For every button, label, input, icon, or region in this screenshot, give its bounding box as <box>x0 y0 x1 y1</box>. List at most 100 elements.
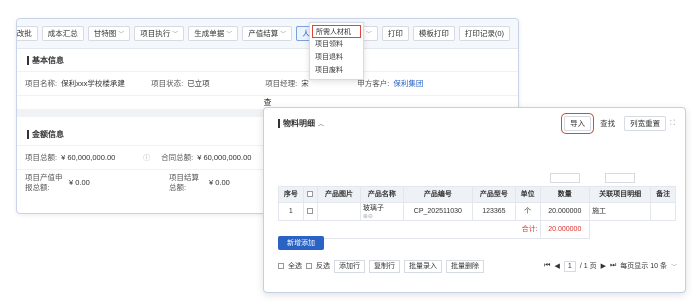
total-row: 合计: 20.000000 <box>278 219 676 239</box>
project-name-value: 保利xxx学校楼承建 <box>61 79 125 88</box>
materials-title: 物料明细 <box>283 118 315 128</box>
dropdown-item-2[interactable]: 项目退料 <box>310 51 363 64</box>
find-button[interactable]: 查找 <box>595 116 621 131</box>
contract-amount-label: 合同总额: <box>161 153 194 162</box>
info-icon: ⓘ <box>143 154 151 162</box>
qty-filter-input[interactable] <box>549 172 580 183</box>
last-page-icon[interactable]: ⏭ <box>610 262 616 270</box>
basic-info-title: 基本信息 <box>32 55 64 65</box>
project-manager-label: 项目经理: <box>265 79 298 88</box>
dropdown-item-3[interactable]: 项目废料 <box>310 64 363 77</box>
first-page-icon[interactable]: ⏮ <box>544 262 550 270</box>
toolbar-button-10[interactable]: 打印记录(0) <box>458 26 510 41</box>
bottom-button-3[interactable]: 批量删除 <box>446 259 484 273</box>
chevron-down-icon[interactable]: ﹀ <box>671 262 677 271</box>
row-note[interactable] <box>650 201 676 221</box>
toolbar-button-8[interactable]: 打印 <box>381 26 409 41</box>
toolbar-button-4[interactable]: 生成单据 ﹀ <box>188 26 239 41</box>
total-amount-value: ¥ 60,000,000.00 <box>61 153 116 162</box>
column-header-3[interactable]: 产品名称 <box>359 185 404 203</box>
table-row[interactable]: 1 玻璃子 ⊕⊖ CP_202511030 123365 个 20.000000… <box>278 201 676 221</box>
materials-actions: 导入 查找 列宽重置 ⛶ <box>561 113 675 134</box>
table-header-row: 序号 产品图片 产品名称 产品编号 产品型号 单位 数量 关联项目明细 备注 <box>278 185 676 203</box>
column-header-4[interactable]: 产品编号 <box>402 185 473 203</box>
invert-label: 反选 <box>316 263 330 270</box>
row-product-code: CP_202511030 <box>402 201 473 221</box>
column-header-6[interactable]: 单位 <box>514 185 541 203</box>
bottom-button-1[interactable]: 复制行 <box>369 259 400 273</box>
row-unit: 个 <box>514 201 541 221</box>
total-amount-label: 项目总额: <box>25 153 58 162</box>
invert-checkbox[interactable] <box>306 263 312 269</box>
settle-amount-value: ¥ 0.00 <box>209 178 230 187</box>
toolbar-button-9[interactable]: 模板打印 <box>412 26 455 41</box>
toolbar-button-5[interactable]: 产值结算 ﹀ <box>242 26 293 41</box>
bottom-button-2[interactable]: 批量录入 <box>404 259 442 273</box>
toolbar-button-3[interactable]: 项目执行 ﹀ <box>134 26 185 41</box>
column-header-1[interactable] <box>302 185 319 203</box>
section-bar <box>278 118 280 128</box>
chevron-down-icon: ﹀ <box>226 32 233 38</box>
project-status-value: 已立项 <box>187 79 210 88</box>
row-mini-icons[interactable]: ⊕⊖ <box>363 213 401 220</box>
toolbar-button-label: 产值结算 <box>248 29 279 38</box>
row-quantity[interactable]: 20.000000 <box>539 201 591 221</box>
column-header-8[interactable]: 关联项目明细 <box>589 185 652 203</box>
row-product-name[interactable]: 玻璃子 ⊕⊖ <box>359 201 404 221</box>
basic-info-header[interactable]: 基本信息 <box>17 49 518 71</box>
toolbar-button-0[interactable]: 改批 <box>16 26 38 41</box>
project-status-label: 项目状态: <box>151 79 184 88</box>
settle-amount-label: 项目结算总额: <box>169 172 199 192</box>
prev-page-icon[interactable]: ◀ <box>554 262 559 270</box>
toolbar-button-2[interactable]: 甘特图 ﹀ <box>87 26 131 41</box>
dropdown-item-0[interactable]: 所需人材机 <box>312 25 361 38</box>
row-project[interactable]: 施工 <box>589 201 652 221</box>
column-header-5[interactable]: 产品型号 <box>471 185 516 203</box>
row-index: 1 <box>278 201 304 221</box>
select-all-label: 全选 <box>288 263 302 270</box>
basic-info-row: 项目名称: 保利xxx学校楼承建 项目状态: 已立项 项目经理: 宋 甲方客户:… <box>17 71 518 95</box>
table-bottom-bar: 全选 反选 添加行 复制行 批量录入 批量删除 ⏮ ◀ 1 / 1 页 ▶ ⏭ 每页显… <box>278 259 677 273</box>
page-input[interactable]: 1 <box>563 260 576 272</box>
expand-icon[interactable]: ⛶ <box>670 120 675 128</box>
toolbar-button-1[interactable]: 成本汇总 <box>41 26 84 41</box>
amount-info-title: 金额信息 <box>32 129 64 139</box>
materials-panel: 物料明细 ︿ 导入 查找 列宽重置 ⛶ 序号 产品图片 产品名称 产品编号 产品型号 单位… <box>263 107 686 293</box>
chevron-down-icon: ﹀ <box>172 32 179 38</box>
new-add-button[interactable]: 新增添加 <box>278 236 324 250</box>
bottom-buttons: 添加行 复制行 批量录入 批量删除 <box>334 259 484 273</box>
select-all-checkbox[interactable] <box>278 263 284 269</box>
header-checkbox[interactable] <box>307 190 314 197</box>
toolbar-button-label: 模板打印 <box>418 29 449 38</box>
per-page-select[interactable]: 每页显示 10 条 <box>620 261 667 271</box>
rencaiji-dropdown-menu: 所需人材机 项目领料 项目退料 项目废料 <box>309 22 364 80</box>
pagination: ⏮ ◀ 1 / 1 页 ▶ ⏭ 每页显示 10 条 ﹀ <box>544 260 677 272</box>
materials-title-wrap[interactable]: 物料明细 ︿ <box>278 118 324 129</box>
column-header-0[interactable]: 序号 <box>278 185 304 203</box>
toolbar-button-label: 打印记录(0) <box>464 29 504 38</box>
client-link[interactable]: 保利集团 <box>389 78 423 89</box>
toolbar-button-label: 项目执行 <box>140 29 171 38</box>
column-header-7[interactable]: 数量 <box>539 185 591 203</box>
total-quantity: 20.000000 <box>539 219 591 239</box>
project-name-label: 项目名称: <box>25 79 58 88</box>
chevron-down-icon: ﹀ <box>280 32 287 38</box>
row-checkbox[interactable] <box>307 207 314 214</box>
toolbar: 改批成本汇总甘特图﹀项目执行﹀生成单据﹀产值结算﹀人材机︿操作﹀打印模板打印打印… <box>17 19 518 49</box>
column-header-2[interactable]: 产品图片 <box>317 185 361 203</box>
import-button[interactable]: 导入 <box>561 113 595 134</box>
dropdown-item-1[interactable]: 项目领料 <box>310 38 363 51</box>
toolbar-button-label: 甘特图 <box>93 29 117 38</box>
column-header-9[interactable]: 备注 <box>650 185 676 203</box>
page-total: / 1 页 <box>579 263 597 270</box>
reset-column-width-button[interactable]: 列宽重置 <box>624 116 667 131</box>
project-filter-input[interactable] <box>605 172 636 183</box>
filter-row <box>279 172 676 186</box>
chevron-down-icon: ﹀ <box>365 32 372 38</box>
materials-table: 序号 产品图片 产品名称 产品编号 产品型号 单位 数量 关联项目明细 备注 1 玻璃子 ⊕⊖ … <box>278 172 676 239</box>
chevron-down-icon: ﹀ <box>118 32 125 38</box>
next-page-icon[interactable]: ▶ <box>601 262 606 270</box>
toolbar-button-label: 改批 <box>16 29 32 38</box>
row-product-model: 123365 <box>471 201 516 221</box>
bottom-button-0[interactable]: 添加行 <box>334 259 365 273</box>
